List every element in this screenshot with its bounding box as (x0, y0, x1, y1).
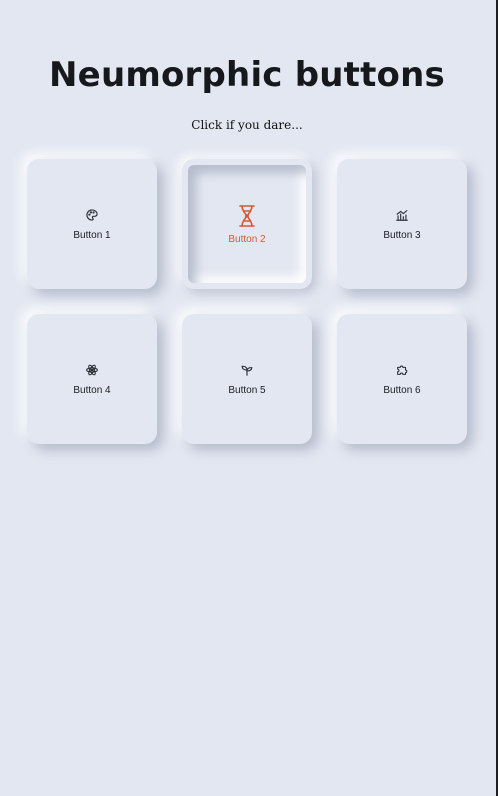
button-2[interactable]: Button 2 (182, 159, 312, 289)
button-4[interactable]: Button 4 (27, 314, 157, 444)
button-6[interactable]: Button 6 (337, 314, 467, 444)
page-subtitle: Click if you dare... (191, 118, 303, 132)
palette-icon (85, 208, 99, 222)
button-grid: Button 1 Button 2 Button 3 Button 4 Butt… (27, 159, 467, 444)
button-6-label: Button 6 (383, 384, 421, 396)
page-title: Neumorphic buttons (49, 55, 445, 95)
button-5[interactable]: Button 5 (182, 314, 312, 444)
chart-icon (395, 208, 409, 222)
sprout-icon (240, 363, 254, 377)
dna-icon (236, 204, 258, 228)
button-4-label: Button 4 (73, 384, 111, 396)
atom-icon (85, 363, 99, 377)
button-1-label: Button 1 (73, 229, 111, 241)
button-1[interactable]: Button 1 (27, 159, 157, 289)
puzzle-icon (395, 363, 409, 377)
button-3[interactable]: Button 3 (337, 159, 467, 289)
button-5-label: Button 5 (228, 384, 266, 396)
button-2-label: Button 2 (228, 233, 266, 245)
button-3-label: Button 3 (383, 229, 421, 241)
